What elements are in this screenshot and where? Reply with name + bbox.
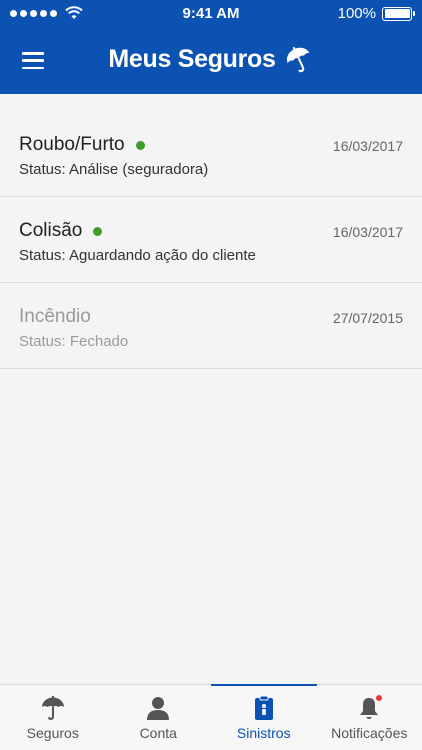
- tab-label: Sinistros: [236, 725, 291, 741]
- app-title-wrap: Meus Seguros: [0, 44, 422, 74]
- claim-name-row: Incêndio: [19, 306, 91, 328]
- claim-name-row: Colisão: [19, 220, 103, 242]
- battery-icon: [382, 6, 415, 21]
- claim-date: 16/03/2017: [332, 224, 403, 240]
- umbrella-icon: [286, 46, 310, 73]
- clipboard-badge-icon: [254, 695, 273, 720]
- active-status-dot: [93, 226, 103, 236]
- nav-bar: Meus Seguros: [0, 28, 422, 94]
- claim-date: 16/03/2017: [332, 138, 403, 154]
- claim-name: Colisão: [19, 220, 83, 241]
- claim-name-row: Roubo/Furto: [19, 134, 145, 156]
- active-status-dot: [135, 140, 145, 150]
- list-item[interactable]: Colisão Status: Aguardando ação do clien…: [0, 197, 422, 283]
- claim-name: Roubo/Furto: [19, 134, 125, 155]
- status-bar: 9:41 AM 100%: [0, 0, 422, 28]
- claim-status: Status: Aguardando ação do cliente: [19, 247, 256, 264]
- tab-notificacoes[interactable]: Notificações: [317, 685, 422, 750]
- tab-conta[interactable]: Conta: [106, 685, 212, 750]
- list-item[interactable]: Incêndio Status: Fechado 27/07/2015: [0, 283, 422, 369]
- battery-percent: 100%: [337, 5, 376, 22]
- tab-sinistros[interactable]: Sinistros: [211, 684, 317, 750]
- battery-status: 100%: [337, 5, 415, 22]
- tab-label: Seguros: [26, 725, 79, 741]
- tab-seguros[interactable]: Seguros: [0, 685, 106, 750]
- tab-label: Notificações: [331, 725, 408, 741]
- claim-status: Status: Fechado: [19, 333, 129, 350]
- tab-label: Conta: [139, 725, 177, 741]
- list-item[interactable]: Roubo/Furto Status: Análise (seguradora)…: [0, 94, 422, 197]
- notification-badge: [375, 695, 382, 701]
- claim-date: 27/07/2015: [332, 310, 403, 326]
- claim-name: Incêndio: [19, 306, 91, 327]
- person-icon: [147, 697, 170, 720]
- tab-bar: Seguros Conta Sinistros Notificações: [0, 684, 422, 750]
- claims-list: Roubo/Furto Status: Análise (seguradora)…: [0, 94, 422, 369]
- page-title: Meus Seguros: [108, 44, 276, 73]
- claim-status: Status: Análise (seguradora): [19, 161, 209, 178]
- umbrella-icon: [41, 696, 64, 721]
